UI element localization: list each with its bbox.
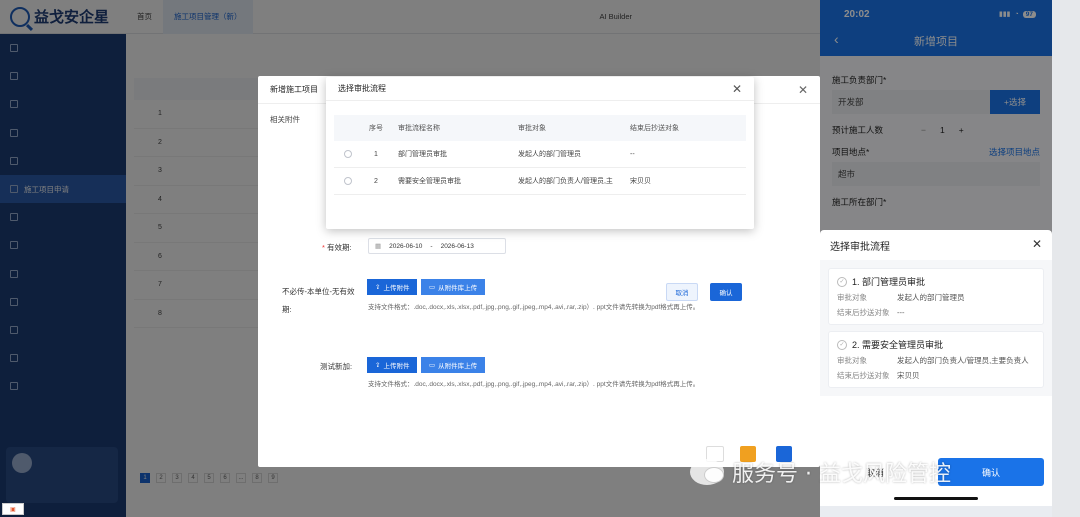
attachment-b-label: 测试新加: [320,362,353,371]
col-object: 审批对象 [518,125,546,132]
background-edge [1052,0,1080,517]
watermark: 服务号 · 益戈风险管控 [690,456,951,488]
library-upload-button-a[interactable]: ▭ 从附件库上传 [421,279,486,295]
date-range-picker[interactable]: ▦ 2026-06-10 - 2026-06-13 [368,238,506,254]
check-icon[interactable]: ✓ [837,276,847,287]
folder-icon: ▭ [429,284,436,291]
flow-card[interactable]: ✓ 1. 部门管理员审批 审批对象 发起人的部门管理员 结束后抄送对象 --- [828,268,1044,325]
flow-title: 1. 部门管理员审批 [852,277,926,287]
check-icon[interactable]: ✓ [837,339,847,350]
radio-button[interactable] [344,177,352,185]
file-format-hint-a: 支持文件格式：.doc,.docx,.xls,.xlsx,.pdf,.jpg,.… [368,304,700,311]
cancel-button[interactable]: 取消 [666,283,698,301]
upload-icon: ⇪ [375,362,381,369]
home-indicator [894,497,978,500]
row-object: 发起人的部门负责人/管理员,主 [518,178,613,185]
row-name: 需要安全管理员审批 [398,178,461,185]
row-name: 部门管理员审批 [398,151,447,158]
approval-table: 序号 审批流程名称 审批对象 结束后抄送对象 1 部门管理员审批 发起人的部门管… [334,115,746,195]
upload-button-a[interactable]: ⇪ 上传附件 [367,279,418,295]
flow-title: 2. 需要安全管理员审批 [852,340,944,350]
col-no: 序号 [369,125,383,132]
row-no: 1 [374,150,378,158]
close-icon[interactable]: ✕ [732,82,742,96]
date-start: 2026-06-10 [389,242,423,250]
kv-key: 审批对象 [837,293,867,302]
close-icon[interactable]: ✕ [798,83,808,97]
date-separator: - [430,242,433,250]
date-end: 2026-06-13 [440,242,474,250]
app-tray-icon: ▣ [2,503,24,515]
calendar-icon: ▦ [375,243,382,250]
kv-value: 发起人的部门管理员 [897,293,965,302]
sheet-title: 选择审批流程 [830,241,890,253]
file-format-hint-b: 支持文件格式：.doc,.docx,.xls,.xlsx,.pdf,.jpg,.… [368,381,700,388]
confirm-button[interactable]: 确认 [938,458,1044,486]
kv-key: 结束后抄送对象 [837,371,890,380]
kv-key: 结束后抄送对象 [837,308,890,317]
col-cc: 结束后抄送对象 [630,125,679,132]
table-row[interactable]: 1 部门管理员审批 发起人的部门管理员 -- [334,141,746,168]
upload-icon: ⇪ [375,284,381,291]
flow-card[interactable]: ✓ 2. 需要安全管理员审批 审批对象 发起人的部门负责人/管理员,主要负责人 结束… [828,331,1044,388]
tab-attachments[interactable]: 相关附件 [270,114,300,125]
table-row[interactable]: 2 需要安全管理员审批 发起人的部门负责人/管理员,主 宋贝贝 [334,168,746,195]
folder-icon: ▭ [429,362,436,369]
dialog-title: 选择审批流程 [326,77,754,101]
mobile-app: 20:02 ▮▮▮ ◔ 97 ‹ 新增项目 施工负责部门* 开发部 +选择 预计… [820,0,1052,506]
watermark-text: 服务号 · 益戈风险管控 [732,462,951,487]
row-cc: -- [630,150,635,158]
kv-value: --- [897,308,905,317]
wechat-icon [690,459,724,485]
confirm-button[interactable]: 确认 [710,283,742,301]
row-no: 2 [374,177,378,185]
kv-value: 发起人的部门负责人/管理员,主要负责人 [897,356,1029,365]
table-header: 序号 审批流程名称 审批对象 结束后抄送对象 [334,115,746,141]
row-cc: 宋贝贝 [630,178,651,185]
desktop-app: 益戈安企星 首页施工项目管理（新）AI Builder 施工项目申请 12345… [0,0,820,517]
kv-value: 宋贝贝 [897,371,920,380]
approval-flow-dialog: 选择审批流程 ✕ 序号 审批流程名称 审批对象 结束后抄送对象 1 部门管理员审… [326,77,754,301]
col-name: 审批流程名称 [398,125,440,132]
radio-button[interactable] [344,150,352,158]
sheet-list: ✓ 1. 部门管理员审批 审批对象 发起人的部门管理员 结束后抄送对象 --- ✓ 2.… [820,260,1052,396]
valid-period-label: * 有效期: [322,243,352,252]
attachment-a-label: 不必传-本单位-无有效期: [282,287,355,314]
close-icon[interactable]: ✕ [1032,237,1042,251]
upload-button-b[interactable]: ⇪ 上传附件 [367,357,418,373]
library-upload-button-b[interactable]: ▭ 从附件库上传 [421,357,486,373]
row-object: 发起人的部门管理员 [518,151,581,158]
kv-key: 审批对象 [837,356,867,365]
